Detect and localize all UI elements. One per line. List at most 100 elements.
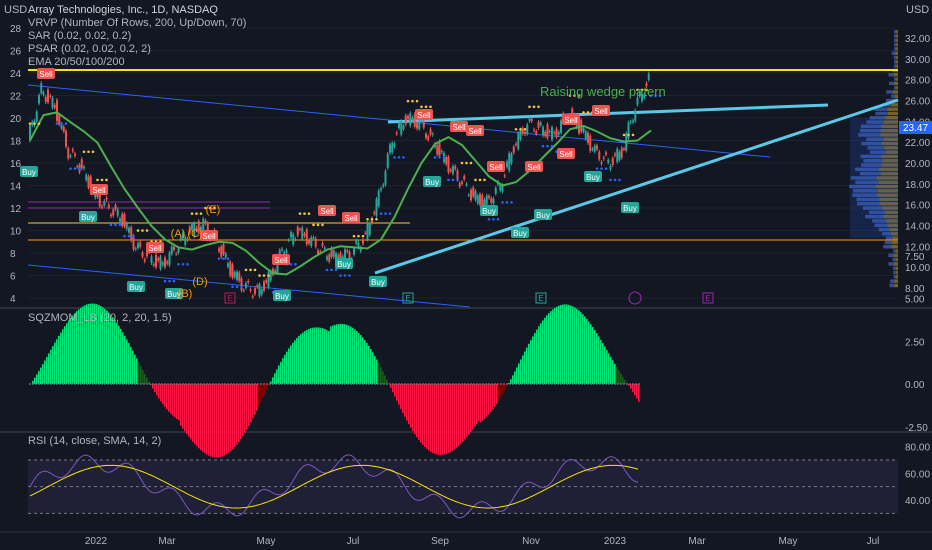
sqzmom-bar [592, 327, 594, 384]
sqzmom-bar [242, 384, 244, 436]
candle [355, 241, 357, 244]
volume-profile-bar-down [896, 47, 898, 51]
squeeze-dot [419, 383, 421, 385]
sqzmom-bar [224, 384, 226, 455]
squeeze-dot [614, 383, 616, 385]
candle [522, 128, 524, 134]
sar-dot [407, 100, 410, 103]
squeeze-dot [281, 383, 283, 385]
volume-profile-bar-down [896, 64, 898, 68]
chart-canvas[interactable]: 28 26 24 22 20 18 16 14 12 10 8 6 4 32.00 30.00 28.00 26… [0, 0, 932, 550]
volume-profile-bar-down [894, 262, 898, 266]
sqzmom-bar [280, 362, 282, 384]
sqzmom-bar [372, 352, 374, 384]
volume-profile-bar-up [894, 30, 896, 34]
earnings-marker-text: E [705, 294, 710, 303]
candle [607, 160, 609, 163]
sqzmom-bar [320, 328, 322, 384]
squeeze-dot [458, 383, 460, 385]
sar-dot [339, 274, 342, 277]
sqzmom-bar [204, 384, 206, 453]
sqzmom-bar [612, 360, 614, 384]
x-tick-label: 2022 [85, 536, 108, 547]
sqzmom-bar [636, 384, 638, 398]
indicator-sar[interactable]: SAR (0.02, 0.02, 0.2) [28, 30, 246, 43]
candle [281, 249, 283, 250]
sar-dot [492, 218, 495, 221]
indicator-ema[interactable]: EMA 20/50/100/200 [28, 56, 246, 69]
sell-label-text: Sell [274, 256, 288, 265]
squeeze-dot [335, 383, 337, 385]
symbol-title[interactable]: Array Technologies, Inc., 1D, NASDAQ [28, 4, 246, 17]
sqzmom-bar [460, 384, 462, 444]
candle [632, 121, 634, 123]
sqzmom-bar [158, 384, 160, 398]
squeeze-dot [230, 383, 232, 385]
sar-dot [164, 280, 167, 283]
squeeze-dot [500, 383, 502, 385]
squeeze-dot [125, 383, 127, 385]
candle [621, 148, 623, 158]
candle [391, 143, 393, 152]
sqzmom-bar [352, 328, 354, 384]
sar-dot [245, 269, 248, 272]
sqzmom-bar [168, 384, 170, 412]
volume-profile-bar-up [890, 279, 894, 283]
sqzmom-bar [512, 375, 514, 384]
rsi-legend[interactable]: RSI (14, close, SMA, 14, 2) [28, 435, 161, 448]
sqzmom-bar [436, 384, 438, 454]
right-tick-label: 32.00 [905, 34, 930, 45]
squeeze-dot [182, 383, 184, 385]
sqzmom-bar [264, 384, 266, 394]
volume-profile-bar-down [893, 90, 898, 94]
squeeze-dot [581, 383, 583, 385]
sar-dot [488, 218, 491, 221]
candle [504, 175, 506, 176]
sqzmom-bar [380, 367, 382, 384]
sqzmom-bar [132, 351, 134, 384]
squeeze-dot [317, 383, 319, 385]
earnings-marker-text: E [538, 294, 543, 303]
volume-profile-bar-down [896, 56, 898, 60]
sqzmom-bar [166, 384, 168, 409]
sar-dot [483, 179, 486, 182]
candle [551, 127, 553, 140]
indicator-vrvp[interactable]: VRVP (Number Of Rows, 200, Up/Down, 70) [28, 17, 246, 30]
right-tick-label: 26.00 [905, 97, 930, 108]
candle [130, 227, 132, 240]
squeeze-dot [539, 383, 541, 385]
candle [513, 147, 515, 153]
squeeze-dot [128, 383, 130, 385]
sell-label-text: Sell [92, 186, 106, 195]
candle [205, 221, 207, 224]
squeeze-dot [596, 383, 598, 385]
volume-profile-bar-down [896, 275, 898, 279]
sqzmom-bar [318, 327, 320, 384]
candle [353, 248, 355, 254]
elliott-label: (E) [206, 204, 221, 216]
squeeze-dot [560, 383, 562, 385]
sar-dot [447, 179, 450, 182]
squeeze-dot [245, 383, 247, 385]
sqzmom-legend[interactable]: SQZMOM_LB (20, 2, 20, 1.5) [28, 312, 172, 325]
candle [135, 248, 137, 249]
volume-profile-bar-up [894, 60, 896, 64]
squeeze-dot [218, 383, 220, 385]
candle [157, 258, 159, 260]
volume-profile-bar-down [896, 77, 898, 81]
squeeze-dot [425, 383, 427, 385]
squeeze-dot [521, 383, 523, 385]
candle [481, 195, 483, 206]
sqzmom-bar [346, 325, 348, 384]
squeeze-dot [434, 383, 436, 385]
squeeze-dot [488, 383, 490, 385]
indicator-psar[interactable]: PSAR (0.02, 0.02, 0.2, 2) [28, 43, 246, 56]
sar-dot [537, 105, 540, 108]
sqzmom-bar [442, 384, 444, 455]
candle [286, 250, 288, 253]
sar-dot [29, 122, 32, 125]
sell-label-text: Sell [202, 232, 216, 241]
sar-dot [173, 280, 176, 283]
sqzmom-bar [202, 384, 204, 452]
squeeze-dot [494, 383, 496, 385]
